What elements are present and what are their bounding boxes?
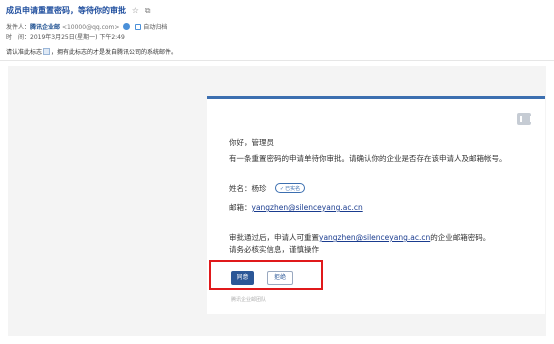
mail-logo-icon xyxy=(517,113,532,125)
mail-label: 邮箱： xyxy=(229,203,252,212)
verified-badge: ✓已实名 xyxy=(274,183,306,193)
check-icon: ✓ xyxy=(279,186,285,192)
notice-text-post: ，拥有此标志的才是发自腾讯公司的系统邮件。 xyxy=(51,49,178,56)
sender-address: <10000@qq.com> xyxy=(61,24,120,31)
greeting-text: 你好，管理员 xyxy=(229,138,274,147)
time-label: 时 间： xyxy=(6,34,31,41)
archive-icon xyxy=(135,24,142,30)
approval-note-line1: 审批通过后，申请人可重置yangzhen@silenceyang.ac.cn的企… xyxy=(229,232,490,243)
intro-text: 有一条重置密码的申请单待你审批。请确认你的企业是否存在该申请人及邮箱帐号。 xyxy=(229,154,507,163)
sender-row: 发件人：腾讯企业邮 <10000@qq.com> 自动归档 xyxy=(6,22,167,31)
security-notice: 请认准此标志 ，拥有此标志的才是发自腾讯公司的系统邮件。 xyxy=(6,47,177,56)
note1-email-link[interactable]: yangzhen@silenceyang.ac.cn xyxy=(319,233,430,242)
time-row: 时 间：2019年3月25日(星期一) 下午2:49 xyxy=(6,32,125,41)
applicant-name-row: 姓名：杨珍 ✓已实名 xyxy=(229,183,306,194)
verified-sender-icon xyxy=(123,23,131,30)
official-flag-icon xyxy=(43,48,51,55)
header-divider xyxy=(0,60,554,61)
verified-text: 已实名 xyxy=(285,186,301,192)
name-value: 杨珍 xyxy=(251,184,267,193)
card-footer: 腾讯企业邮团队 xyxy=(231,297,267,303)
applicant-email-link[interactable]: yangzhen@silenceyang.ac.cn xyxy=(252,203,363,212)
note1-pre: 审批通过后，申请人可重置 xyxy=(229,233,319,242)
time-value: 2019年3月25日(星期一) 下午2:49 xyxy=(30,34,125,41)
highlight-box xyxy=(209,260,323,290)
name-label: 姓名： xyxy=(229,184,252,193)
popout-icon[interactable]: ⧉ xyxy=(145,6,151,15)
star-icon[interactable]: ☆ xyxy=(132,6,139,15)
sender-label: 发件人： xyxy=(6,24,31,31)
note1-post: 的企业邮箱密码。 xyxy=(430,233,491,242)
applicant-mail-row: 邮箱：yangzhen@silenceyang.ac.cn xyxy=(229,202,363,213)
subject-text: 成员申请重置密码，等待你的审批 xyxy=(6,6,126,15)
email-subject: 成员申请重置密码，等待你的审批 ☆ ⧉ xyxy=(6,5,150,16)
notice-text-pre: 请认准此标志 xyxy=(6,49,43,56)
sender-name[interactable]: 腾讯企业邮 xyxy=(30,24,60,31)
auto-archive-label[interactable]: 自动归档 xyxy=(143,24,167,31)
email-view: 成员申请重置密码，等待你的审批 ☆ ⧉ 发件人：腾讯企业邮 <10000@qq.… xyxy=(0,0,554,344)
approval-note-line2: 请务必核实信息，谨慎操作 xyxy=(229,245,319,254)
